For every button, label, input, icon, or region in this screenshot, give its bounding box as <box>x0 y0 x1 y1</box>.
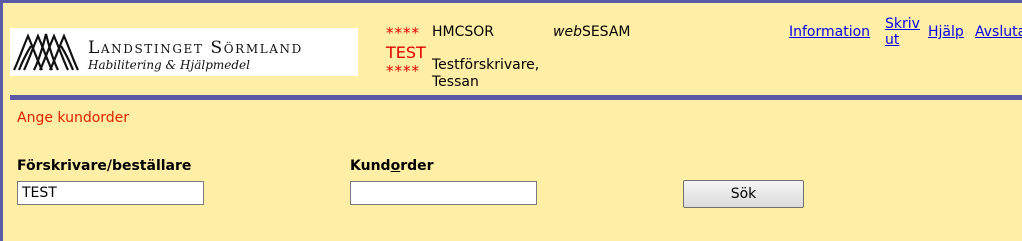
prescriber-label: Förskrivare/beställare <box>17 158 192 174</box>
nav-information-link[interactable]: Information <box>789 24 870 40</box>
nav-logout-link[interactable]: Avsluta <box>975 24 1022 40</box>
nav-print-line2: ut <box>885 32 900 48</box>
logo-subtitle: Habilitering & Hjälpmedel <box>88 58 250 72</box>
prescriber-name-line2: Tessan <box>432 74 479 90</box>
user-code: HMCSOR <box>432 24 495 40</box>
app-name-prefix: web <box>553 24 582 40</box>
customer-order-label-pre: Kund <box>350 158 391 174</box>
prescriber-input[interactable] <box>17 181 204 205</box>
test-label: TEST <box>386 43 426 62</box>
app-name: webSESAM <box>553 24 631 40</box>
nav-print-link[interactable]: Skriv ut <box>885 16 920 48</box>
logo: Landstinget Sörmland Habilitering & Hjäl… <box>10 28 358 76</box>
header-divider <box>10 95 1022 100</box>
app-name-suffix: SESAM <box>581 24 631 40</box>
page-title: Ange kundorder <box>17 110 130 126</box>
logo-name: Landstinget Sörmland <box>88 38 303 58</box>
prescriber-name-line1: Testförskrivare, <box>432 57 540 73</box>
stars-top: **** <box>386 24 420 42</box>
nav-help-link[interactable]: Hjälp <box>928 24 964 40</box>
top-border <box>0 0 1022 3</box>
search-button[interactable]: Sök <box>683 180 804 208</box>
customer-order-input[interactable] <box>350 181 537 205</box>
customer-order-label-access-key: o <box>390 158 401 174</box>
customer-order-label-post: rder <box>400 158 434 174</box>
customer-order-label: Kundorder <box>350 158 434 174</box>
nav-print-line1: Skriv <box>885 16 920 32</box>
lotus-logo-icon <box>13 33 79 71</box>
stars-bottom: **** <box>386 62 420 80</box>
left-border <box>0 0 3 241</box>
